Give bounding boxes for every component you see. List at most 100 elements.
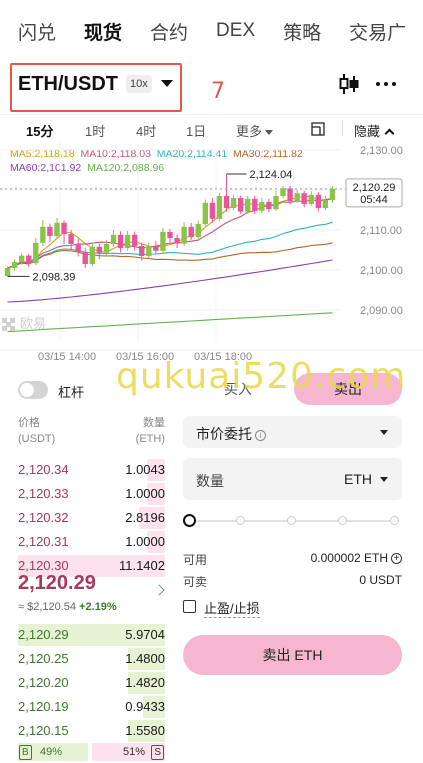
timeframe-more[interactable]: 更多 bbox=[236, 121, 274, 140]
bid-price: 2,120.15 bbox=[18, 723, 69, 738]
caret-down-icon bbox=[380, 430, 388, 435]
tab-trading-square[interactable]: 交易广 bbox=[349, 18, 406, 45]
candlestick-chart-icon[interactable] bbox=[338, 72, 360, 96]
buy-sell-ratio-bar: B 49% 51% S bbox=[18, 741, 165, 763]
quantity-unit[interactable]: ETH bbox=[344, 471, 372, 487]
tpsl-label[interactable]: 止盈/止损 bbox=[204, 598, 260, 618]
top-nav: 闪兑 现货 合约 DEX 策略 交易广 bbox=[0, 0, 423, 62]
add-funds-icon[interactable]: + bbox=[391, 553, 402, 565]
tab-dex[interactable]: DEX bbox=[216, 20, 255, 42]
bid-quantity: 0.9433 bbox=[125, 699, 165, 714]
candle-body bbox=[160, 232, 166, 251]
candle-body bbox=[54, 222, 60, 236]
ask-price: 2,120.31 bbox=[18, 534, 69, 549]
candle-body bbox=[146, 246, 152, 256]
orderbook-ask-row[interactable]: 2,120.32 2.8196 bbox=[18, 506, 165, 530]
candle-body bbox=[40, 226, 46, 243]
candle-body bbox=[252, 198, 258, 211]
tpsl-checkbox[interactable] bbox=[183, 600, 196, 613]
orderbook-bid-row[interactable]: 2,120.19 0.9433 bbox=[18, 695, 165, 719]
y-tick-label: 2,100.00 bbox=[360, 265, 403, 277]
leverage-toggle[interactable] bbox=[18, 381, 48, 399]
chevron-up-icon bbox=[384, 128, 395, 139]
orderbook-ask-row[interactable]: 2,120.34 1.0043 bbox=[18, 458, 165, 482]
candle-body bbox=[202, 202, 209, 224]
quantity-label: 数量 bbox=[196, 473, 224, 489]
candle-body bbox=[139, 246, 145, 256]
order-type-label: 市价委托 bbox=[196, 426, 252, 442]
bid-quantity: 5.9704 bbox=[125, 627, 165, 642]
candle-body bbox=[329, 188, 336, 200]
hide-chart-toggle[interactable]: 隐藏 bbox=[354, 121, 395, 140]
orderbook-ask-row[interactable]: 2,120.33 1.0000 bbox=[18, 482, 165, 506]
pair-name[interactable]: ETH/USDT bbox=[18, 73, 118, 96]
candle-body bbox=[153, 246, 159, 251]
slider-step-50[interactable] bbox=[287, 516, 296, 525]
sell-tab[interactable]: 卖出 bbox=[294, 373, 402, 405]
chart-settings-icon[interactable] bbox=[311, 122, 325, 136]
chevron-down-icon[interactable] bbox=[161, 80, 173, 87]
sellable-value: 0 USDT bbox=[359, 573, 402, 587]
candle-body bbox=[174, 238, 180, 244]
orderbook-price-header: 价格 (USDT) bbox=[18, 417, 56, 445]
y-tick-label: 2,130.00 bbox=[360, 145, 403, 157]
timeframe-1h[interactable]: 1时 bbox=[85, 121, 105, 140]
order-type-select[interactable]: 市价委托 i bbox=[183, 416, 402, 448]
tab-strategy[interactable]: 策略 bbox=[283, 18, 321, 45]
caret-down-icon[interactable] bbox=[380, 477, 388, 482]
orderbook-bid-row[interactable]: 2,120.25 1.4800 bbox=[18, 647, 165, 671]
leverage-badge: 10x bbox=[126, 75, 152, 93]
orderbook-bid-row[interactable]: 2,120.29 5.9704 bbox=[18, 623, 165, 647]
slider-step-75[interactable] bbox=[338, 516, 347, 525]
quantity-field[interactable]: 数量 ETH bbox=[183, 458, 402, 500]
timeframe-1d[interactable]: 1日 bbox=[186, 121, 206, 140]
candle-body bbox=[68, 234, 74, 244]
candle-body bbox=[209, 202, 216, 219]
chevron-right-icon[interactable] bbox=[153, 584, 165, 596]
bid-price: 2,120.19 bbox=[18, 699, 69, 714]
sellable-row: 可卖 0 USDT bbox=[183, 573, 402, 590]
sell-ratio-percent: 51% bbox=[122, 746, 145, 758]
tab-futures[interactable]: 合约 bbox=[150, 18, 188, 45]
candle-body bbox=[131, 234, 138, 246]
candle-body bbox=[259, 202, 265, 211]
buy-tab[interactable]: 买入 bbox=[183, 373, 293, 405]
timeframe-4h[interactable]: 4时 bbox=[136, 121, 156, 140]
annotation-number: 7 bbox=[211, 79, 225, 104]
candle-body bbox=[33, 242, 39, 264]
orderbook-ask-row[interactable]: 2,120.31 1.0000 bbox=[18, 530, 165, 554]
amount-slider-handle[interactable] bbox=[183, 514, 196, 527]
candle-body bbox=[75, 244, 81, 252]
bid-quantity: 1.5580 bbox=[125, 723, 165, 738]
slider-step-25[interactable] bbox=[236, 516, 245, 525]
tab-flash-swap[interactable]: 闪兑 bbox=[18, 18, 56, 45]
candle-body bbox=[223, 196, 230, 208]
ask-price: 2,120.33 bbox=[18, 486, 69, 501]
info-icon[interactable]: i bbox=[255, 429, 266, 441]
candle-body bbox=[266, 202, 272, 210]
slider-step-100[interactable] bbox=[390, 516, 399, 525]
candle-body bbox=[124, 234, 131, 248]
x-tick-label: 03/15 14:00 bbox=[38, 351, 96, 363]
kline-chart[interactable]: MA5:2,118.18 MA10:2,118.03 MA20:2,114.41… bbox=[0, 142, 423, 372]
more-dots-icon[interactable] bbox=[376, 82, 396, 86]
candle-body bbox=[322, 200, 329, 208]
orderbook-qty-header: 数量 (ETH) bbox=[135, 417, 165, 445]
sell-eth-button[interactable]: 卖出 ETH bbox=[183, 635, 402, 675]
candle-countdown: 05:44 bbox=[360, 194, 388, 206]
ask-price: 2,120.34 bbox=[18, 462, 69, 477]
orderbook-bid-row[interactable]: 2,120.20 1.4820 bbox=[18, 671, 165, 695]
sellable-label: 可卖 bbox=[183, 575, 208, 589]
orderbook-bid-row[interactable]: 2,120.15 1.5580 bbox=[18, 719, 165, 743]
timeframe-15m[interactable]: 15分 bbox=[26, 121, 53, 140]
candle-body bbox=[245, 198, 251, 212]
ask-quantity: 1.0043 bbox=[125, 462, 165, 477]
ask-price: 2,120.32 bbox=[18, 510, 69, 525]
candle-body bbox=[195, 224, 201, 238]
ask-quantity: 1.0000 bbox=[125, 486, 165, 501]
candle-body bbox=[89, 246, 95, 264]
candle-body bbox=[103, 244, 110, 253]
tab-spot[interactable]: 现货 bbox=[84, 18, 122, 45]
last-price-usd: ≈ $2,120.54 +2.19% bbox=[18, 601, 117, 613]
candle-body bbox=[47, 226, 53, 236]
